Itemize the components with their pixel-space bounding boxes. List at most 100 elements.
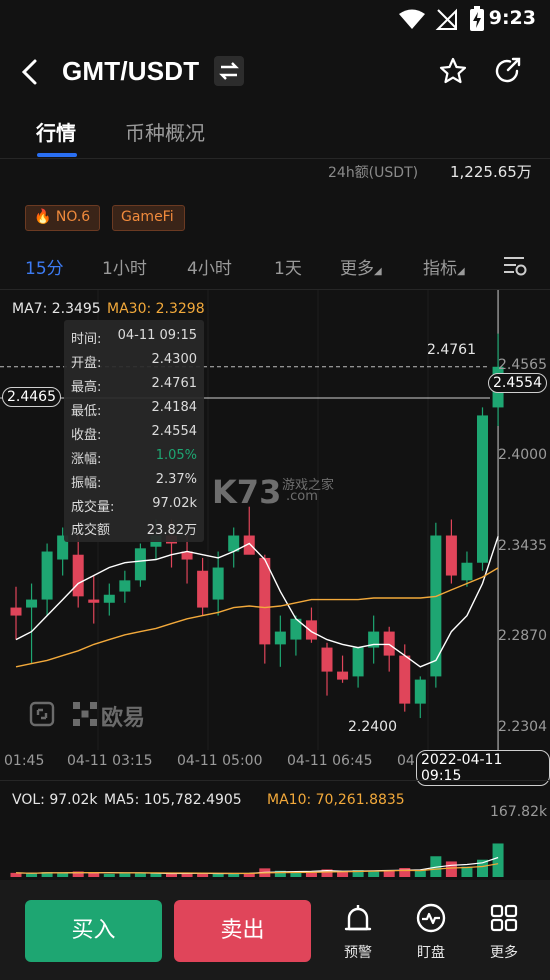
tooltip-row: 收盘: 2.4554 [71, 424, 197, 444]
volume-bar [103, 873, 115, 877]
nav-more[interactable]: 更多 [476, 902, 532, 961]
interval-1h[interactable]: 1小时 [102, 254, 147, 279]
low-price-annotation: 2.2400 [348, 719, 397, 735]
price-axis-label: 2.3435 [498, 538, 547, 554]
tooltip-value: 2.4300 [151, 352, 198, 367]
volume-bar [492, 843, 504, 877]
volume-bar [383, 870, 395, 877]
tab-coin-overview[interactable]: 币种概况 [125, 117, 205, 146]
tooltip-row: 涨幅: 1.05% [71, 448, 197, 468]
candle-body[interactable] [26, 599, 38, 608]
tooltip-value: 1.05% [155, 448, 197, 463]
candle-body[interactable] [212, 567, 224, 600]
interval-4h[interactable]: 4小时 [187, 254, 232, 279]
candle-body[interactable] [430, 535, 442, 677]
okx-watermark: 欧易 [101, 706, 146, 731]
price-axis-label: 2.2304 [498, 719, 547, 735]
candle-body[interactable] [321, 647, 333, 672]
header: GMT/USDT [0, 44, 550, 100]
candle-body[interactable] [41, 551, 53, 600]
ma30-legend: MA30: 2.3298 [107, 301, 205, 317]
candle-body[interactable] [383, 631, 395, 656]
bottom-action-bar: 买入 卖出 预警 盯盘 更多 [0, 880, 550, 980]
swap-pair-button[interactable] [214, 56, 244, 86]
wifi-icon [399, 9, 425, 29]
interval-more-label: 更多 [340, 259, 374, 279]
candle-body[interactable] [197, 570, 209, 608]
bell-icon [344, 905, 372, 931]
candle-body[interactable] [10, 607, 22, 616]
fullscreen-icon[interactable] [29, 701, 55, 727]
candle-body[interactable] [414, 679, 426, 704]
tooltip-value: 2.4554 [151, 424, 198, 439]
candle-body[interactable] [399, 655, 411, 704]
tooltip-value: 2.4184 [151, 400, 198, 415]
share-icon[interactable] [492, 56, 522, 86]
caret-down-icon: ◢ [457, 266, 465, 277]
volume-bar [26, 873, 38, 877]
vol-ma5-legend: MA5: 105,782.4905 [104, 792, 242, 808]
candle-body[interactable] [72, 554, 84, 597]
star-icon[interactable] [438, 56, 468, 86]
price-axis-label: 2.4000 [498, 447, 547, 463]
tooltip-key: 成交额 [71, 523, 111, 538]
interval-1d[interactable]: 1天 [274, 254, 302, 279]
price-axis-label: 2.2870 [498, 628, 547, 644]
candle-body[interactable] [477, 415, 488, 563]
candle-body[interactable] [305, 620, 317, 640]
indicator-label: 指标 [423, 259, 457, 279]
tooltip-row: 开盘: 2.4300 [71, 352, 197, 372]
category-badge[interactable]: GameFi [112, 205, 185, 231]
divider [0, 158, 550, 159]
vol-ma10-legend: MA10: 70,261.8835 [267, 792, 405, 808]
sell-button[interactable]: 卖出 [174, 900, 311, 962]
tooltip-row: 最高: 2.4761 [71, 376, 197, 396]
price-axis-label: 2.4565 [498, 357, 547, 373]
nav-alert-label: 预警 [344, 945, 372, 961]
k73-watermark: K73 [212, 473, 282, 511]
candle-tooltip: 时间: 04-11 09:15 开盘: 2.4300 最高: 2.4761 最低: 2.… [64, 320, 204, 542]
okx-logo-icon [73, 702, 97, 726]
rank-badge-label: NO.6 [55, 209, 91, 225]
tooltip-row: 最低: 2.4184 [71, 400, 197, 420]
pulse-icon [416, 903, 446, 933]
candle-body[interactable] [461, 562, 473, 581]
candle-body[interactable] [337, 671, 349, 680]
rank-badge[interactable]: 🔥 NO.6 [25, 205, 100, 231]
divider [0, 780, 550, 781]
status-bar: 9:23 [0, 0, 550, 36]
volume-bar [399, 868, 411, 877]
back-icon[interactable] [18, 58, 42, 86]
candle-body[interactable] [259, 557, 271, 645]
nav-alert[interactable]: 预警 [330, 902, 386, 961]
candle-body[interactable] [352, 647, 364, 677]
tooltip-row: 成交额 23.82万 [71, 519, 197, 539]
no-signal-icon [435, 8, 457, 30]
candle-body[interactable] [134, 548, 146, 581]
crosshair-price-tag: 2.4465 [2, 387, 61, 407]
grid-icon [490, 904, 518, 932]
interval-more[interactable]: 更多◢ [340, 254, 382, 279]
tab-market[interactable]: 行情 [36, 117, 76, 146]
indicator-menu[interactable]: 指标◢ [423, 254, 465, 279]
nav-watch[interactable]: 盯盘 [403, 902, 459, 961]
time-axis-label: 01:45 [4, 753, 45, 769]
buy-button[interactable]: 买入 [25, 900, 162, 962]
tooltip-value: 2.37% [155, 472, 197, 487]
chart-settings-icon[interactable] [502, 254, 528, 278]
ma7-legend: MA7: 2.3495 [12, 301, 101, 317]
candle-body[interactable] [445, 535, 457, 576]
volume-bar [181, 873, 193, 877]
volume-chart[interactable] [0, 815, 550, 880]
candle-body[interactable] [274, 631, 286, 645]
status-time: 9:23 [488, 7, 536, 29]
nav-more-label: 更多 [490, 945, 518, 961]
page-title: GMT/USDT [62, 56, 200, 86]
candle-body[interactable] [103, 594, 115, 603]
interval-15m[interactable]: 15分 [25, 254, 64, 279]
candle-body[interactable] [119, 580, 131, 592]
k73-watermark-domain: .com [286, 489, 318, 504]
volume-24h-value: 1,225.65万 [450, 163, 532, 181]
volume-bar [445, 861, 457, 877]
candle-body[interactable] [88, 599, 100, 603]
